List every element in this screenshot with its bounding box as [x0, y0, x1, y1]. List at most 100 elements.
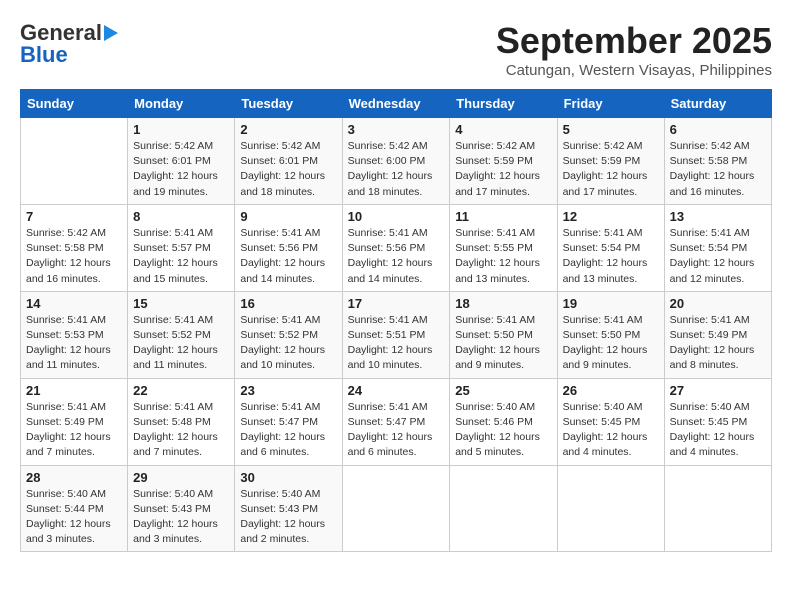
day-info: Sunrise: 5:41 AM Sunset: 5:57 PM Dayligh…	[133, 226, 229, 287]
cal-cell: 16 Sunrise: 5:41 AM Sunset: 5:52 PM Dayli…	[235, 291, 342, 378]
cal-cell: 26 Sunrise: 5:40 AM Sunset: 5:45 PM Dayli…	[557, 378, 664, 465]
col-header-wednesday: Wednesday	[342, 90, 450, 118]
day-info: Sunrise: 5:41 AM Sunset: 5:48 PM Dayligh…	[133, 400, 229, 461]
page-header: General Blue September 2025 Catungan, We…	[20, 20, 772, 79]
cal-cell: 3 Sunrise: 5:42 AM Sunset: 6:00 PM Daylig…	[342, 118, 450, 205]
day-number: 21	[26, 383, 122, 398]
day-number: 19	[563, 296, 659, 311]
day-info: Sunrise: 5:40 AM Sunset: 5:43 PM Dayligh…	[133, 487, 229, 548]
day-number: 26	[563, 383, 659, 398]
day-number: 20	[670, 296, 766, 311]
logo: General Blue	[20, 20, 118, 68]
title-block: September 2025 Catungan, Western Visayas…	[496, 20, 772, 79]
day-number: 30	[240, 470, 336, 485]
cal-cell: 27 Sunrise: 5:40 AM Sunset: 5:45 PM Dayli…	[664, 378, 771, 465]
day-number: 16	[240, 296, 336, 311]
cal-cell	[664, 465, 771, 552]
day-info: Sunrise: 5:42 AM Sunset: 5:58 PM Dayligh…	[26, 226, 122, 287]
day-number: 6	[670, 122, 766, 137]
cal-cell: 28 Sunrise: 5:40 AM Sunset: 5:44 PM Dayli…	[21, 465, 128, 552]
calendar-table: SundayMondayTuesdayWednesdayThursdayFrid…	[20, 89, 772, 552]
month-title: September 2025	[496, 20, 772, 62]
day-info: Sunrise: 5:41 AM Sunset: 5:51 PM Dayligh…	[348, 313, 445, 374]
col-header-friday: Friday	[557, 90, 664, 118]
day-number: 8	[133, 209, 229, 224]
day-info: Sunrise: 5:40 AM Sunset: 5:45 PM Dayligh…	[563, 400, 659, 461]
cal-cell: 4 Sunrise: 5:42 AM Sunset: 5:59 PM Daylig…	[450, 118, 557, 205]
day-number: 1	[133, 122, 229, 137]
cal-cell: 5 Sunrise: 5:42 AM Sunset: 5:59 PM Daylig…	[557, 118, 664, 205]
day-info: Sunrise: 5:42 AM Sunset: 5:58 PM Dayligh…	[670, 139, 766, 200]
day-number: 11	[455, 209, 551, 224]
day-info: Sunrise: 5:41 AM Sunset: 5:53 PM Dayligh…	[26, 313, 122, 374]
day-number: 29	[133, 470, 229, 485]
cal-cell: 10 Sunrise: 5:41 AM Sunset: 5:56 PM Dayli…	[342, 204, 450, 291]
day-info: Sunrise: 5:41 AM Sunset: 5:52 PM Dayligh…	[133, 313, 229, 374]
day-number: 23	[240, 383, 336, 398]
day-info: Sunrise: 5:41 AM Sunset: 5:50 PM Dayligh…	[563, 313, 659, 374]
col-header-sunday: Sunday	[21, 90, 128, 118]
day-info: Sunrise: 5:41 AM Sunset: 5:54 PM Dayligh…	[563, 226, 659, 287]
location: Catungan, Western Visayas, Philippines	[496, 62, 772, 79]
cal-cell	[450, 465, 557, 552]
cal-cell: 9Sunrise: 5:41 AM Sunset: 5:56 PM Daylig…	[235, 204, 342, 291]
day-number: 3	[348, 122, 445, 137]
col-header-thursday: Thursday	[450, 90, 557, 118]
day-number: 27	[670, 383, 766, 398]
day-info: Sunrise: 5:40 AM Sunset: 5:43 PM Dayligh…	[240, 487, 336, 548]
col-header-tuesday: Tuesday	[235, 90, 342, 118]
day-number: 17	[348, 296, 445, 311]
day-info: Sunrise: 5:42 AM Sunset: 5:59 PM Dayligh…	[455, 139, 551, 200]
day-info: Sunrise: 5:41 AM Sunset: 5:49 PM Dayligh…	[670, 313, 766, 374]
day-info: Sunrise: 5:40 AM Sunset: 5:44 PM Dayligh…	[26, 487, 122, 548]
cal-cell: 8 Sunrise: 5:41 AM Sunset: 5:57 PM Daylig…	[128, 204, 235, 291]
day-info: Sunrise: 5:41 AM Sunset: 5:56 PM Dayligh…	[348, 226, 445, 287]
day-number: 22	[133, 383, 229, 398]
cal-cell: 23 Sunrise: 5:41 AM Sunset: 5:47 PM Dayli…	[235, 378, 342, 465]
day-info: Sunrise: 5:42 AM Sunset: 6:01 PM Dayligh…	[240, 139, 336, 200]
day-number: 25	[455, 383, 551, 398]
day-number: 4	[455, 122, 551, 137]
cal-cell: 30 Sunrise: 5:40 AM Sunset: 5:43 PM Dayli…	[235, 465, 342, 552]
cal-cell: 13 Sunrise: 5:41 AM Sunset: 5:54 PM Dayli…	[664, 204, 771, 291]
cal-cell: 22 Sunrise: 5:41 AM Sunset: 5:48 PM Dayli…	[128, 378, 235, 465]
day-number: 18	[455, 296, 551, 311]
cal-cell	[21, 118, 128, 205]
cal-cell: 18 Sunrise: 5:41 AM Sunset: 5:50 PM Dayli…	[450, 291, 557, 378]
day-info: Sunrise: 5:42 AM Sunset: 6:00 PM Dayligh…	[348, 139, 445, 200]
day-info: Sunrise: 5:41 AM Sunset: 5:52 PM Dayligh…	[240, 313, 336, 374]
cal-cell: 29 Sunrise: 5:40 AM Sunset: 5:43 PM Dayli…	[128, 465, 235, 552]
day-number: 9	[240, 209, 336, 224]
cal-cell: 6 Sunrise: 5:42 AM Sunset: 5:58 PM Daylig…	[664, 118, 771, 205]
col-header-saturday: Saturday	[664, 90, 771, 118]
cal-cell: 24Sunrise: 5:41 AM Sunset: 5:47 PM Dayli…	[342, 378, 450, 465]
day-info: Sunrise: 5:41 AM Sunset: 5:49 PM Dayligh…	[26, 400, 122, 461]
cal-cell: 21 Sunrise: 5:41 AM Sunset: 5:49 PM Dayli…	[21, 378, 128, 465]
cal-cell: 11 Sunrise: 5:41 AM Sunset: 5:55 PM Dayli…	[450, 204, 557, 291]
day-info: Sunrise: 5:41 AM Sunset: 5:50 PM Dayligh…	[455, 313, 551, 374]
day-number: 10	[348, 209, 445, 224]
day-number: 15	[133, 296, 229, 311]
day-info: Sunrise: 5:41 AM Sunset: 5:47 PM Dayligh…	[348, 400, 445, 461]
day-number: 7	[26, 209, 122, 224]
day-number: 13	[670, 209, 766, 224]
logo-arrow-icon	[104, 25, 118, 41]
day-info: Sunrise: 5:41 AM Sunset: 5:54 PM Dayligh…	[670, 226, 766, 287]
day-info: Sunrise: 5:42 AM Sunset: 6:01 PM Dayligh…	[133, 139, 229, 200]
day-info: Sunrise: 5:41 AM Sunset: 5:47 PM Dayligh…	[240, 400, 336, 461]
cal-cell: 25 Sunrise: 5:40 AM Sunset: 5:46 PM Dayli…	[450, 378, 557, 465]
cal-cell: 14Sunrise: 5:41 AM Sunset: 5:53 PM Dayli…	[21, 291, 128, 378]
day-info: Sunrise: 5:40 AM Sunset: 5:45 PM Dayligh…	[670, 400, 766, 461]
day-number: 12	[563, 209, 659, 224]
day-info: Sunrise: 5:42 AM Sunset: 5:59 PM Dayligh…	[563, 139, 659, 200]
day-number: 28	[26, 470, 122, 485]
day-info: Sunrise: 5:41 AM Sunset: 5:55 PM Dayligh…	[455, 226, 551, 287]
col-header-monday: Monday	[128, 90, 235, 118]
logo-blue: Blue	[20, 42, 68, 68]
cal-cell	[342, 465, 450, 552]
day-info: Sunrise: 5:40 AM Sunset: 5:46 PM Dayligh…	[455, 400, 551, 461]
day-number: 5	[563, 122, 659, 137]
cal-cell: 1 Sunrise: 5:42 AM Sunset: 6:01 PM Daylig…	[128, 118, 235, 205]
cal-cell	[557, 465, 664, 552]
day-number: 2	[240, 122, 336, 137]
